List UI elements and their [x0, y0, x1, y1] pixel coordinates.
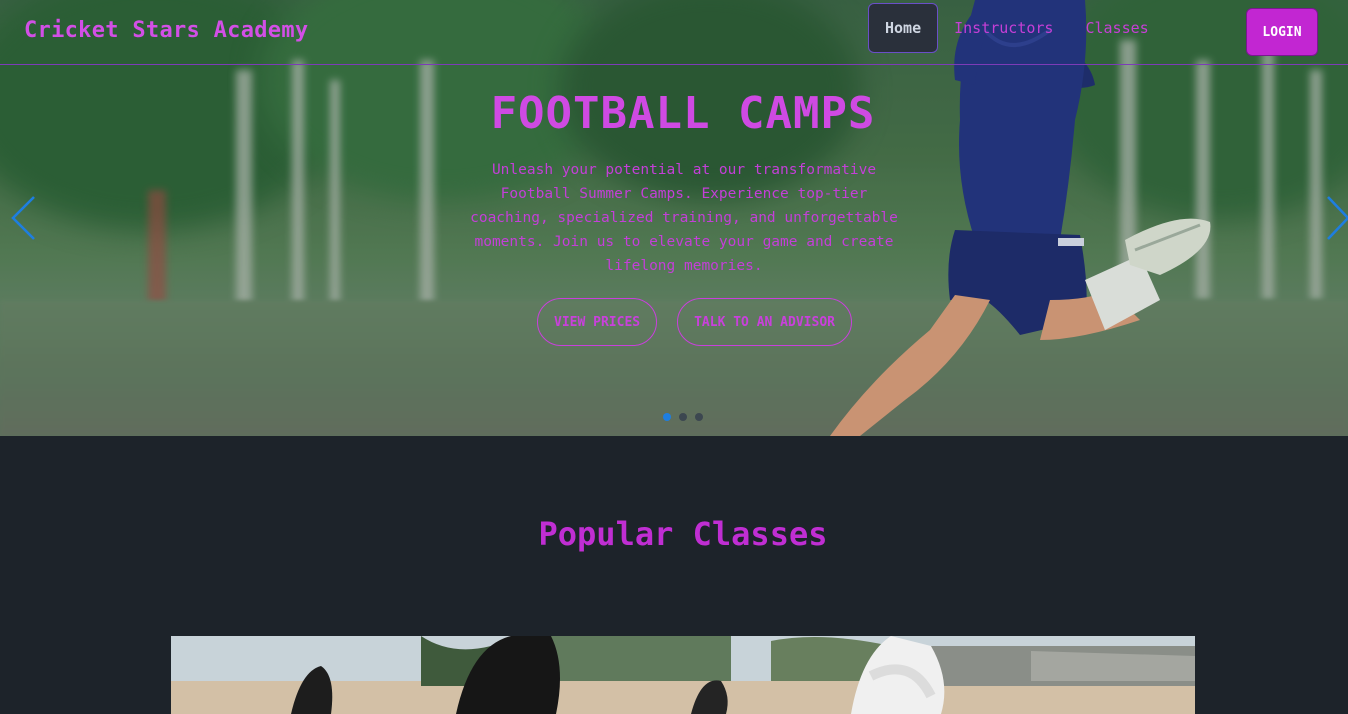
nav-item-home[interactable]: Home — [868, 3, 939, 53]
popular-classes-title: Popular Classes — [538, 515, 828, 553]
hero-description: Unleash your potential at our transforma… — [470, 162, 898, 274]
navbar: Cricket Stars Academy Home Instructors C… — [0, 0, 1348, 65]
carousel-indicators — [663, 413, 703, 421]
nav-item-classes[interactable]: Classes — [1069, 3, 1164, 53]
hero-title: FOOTBALL CAMPS — [490, 88, 876, 139]
view-prices-button[interactable]: VIEW PRICES — [537, 298, 658, 346]
talk-to-advisor-button[interactable]: TALK TO AN ADVISOR — [677, 298, 852, 346]
nav-item-instructors[interactable]: Instructors — [938, 3, 1069, 53]
class-card-image[interactable] — [171, 636, 1195, 714]
moon-icon[interactable] — [1168, 20, 1206, 58]
hero-actions: VIEW PRICES TALK TO AN ADVISOR — [537, 298, 852, 346]
carousel-dot[interactable] — [679, 413, 687, 421]
chevron-right-icon[interactable] — [1324, 194, 1348, 242]
nav-menu: Home Instructors Classes — [868, 3, 1165, 53]
chevron-left-icon[interactable] — [8, 194, 38, 242]
brand-logo[interactable]: Cricket Stars Academy — [24, 18, 308, 43]
carousel-dot[interactable] — [663, 413, 671, 421]
carousel-dot[interactable] — [695, 413, 703, 421]
hero-carousel: Cricket Stars Academy Home Instructors C… — [0, 0, 1348, 436]
login-button[interactable]: LOGIN — [1246, 8, 1318, 56]
cricket-practice-image — [171, 636, 1195, 714]
